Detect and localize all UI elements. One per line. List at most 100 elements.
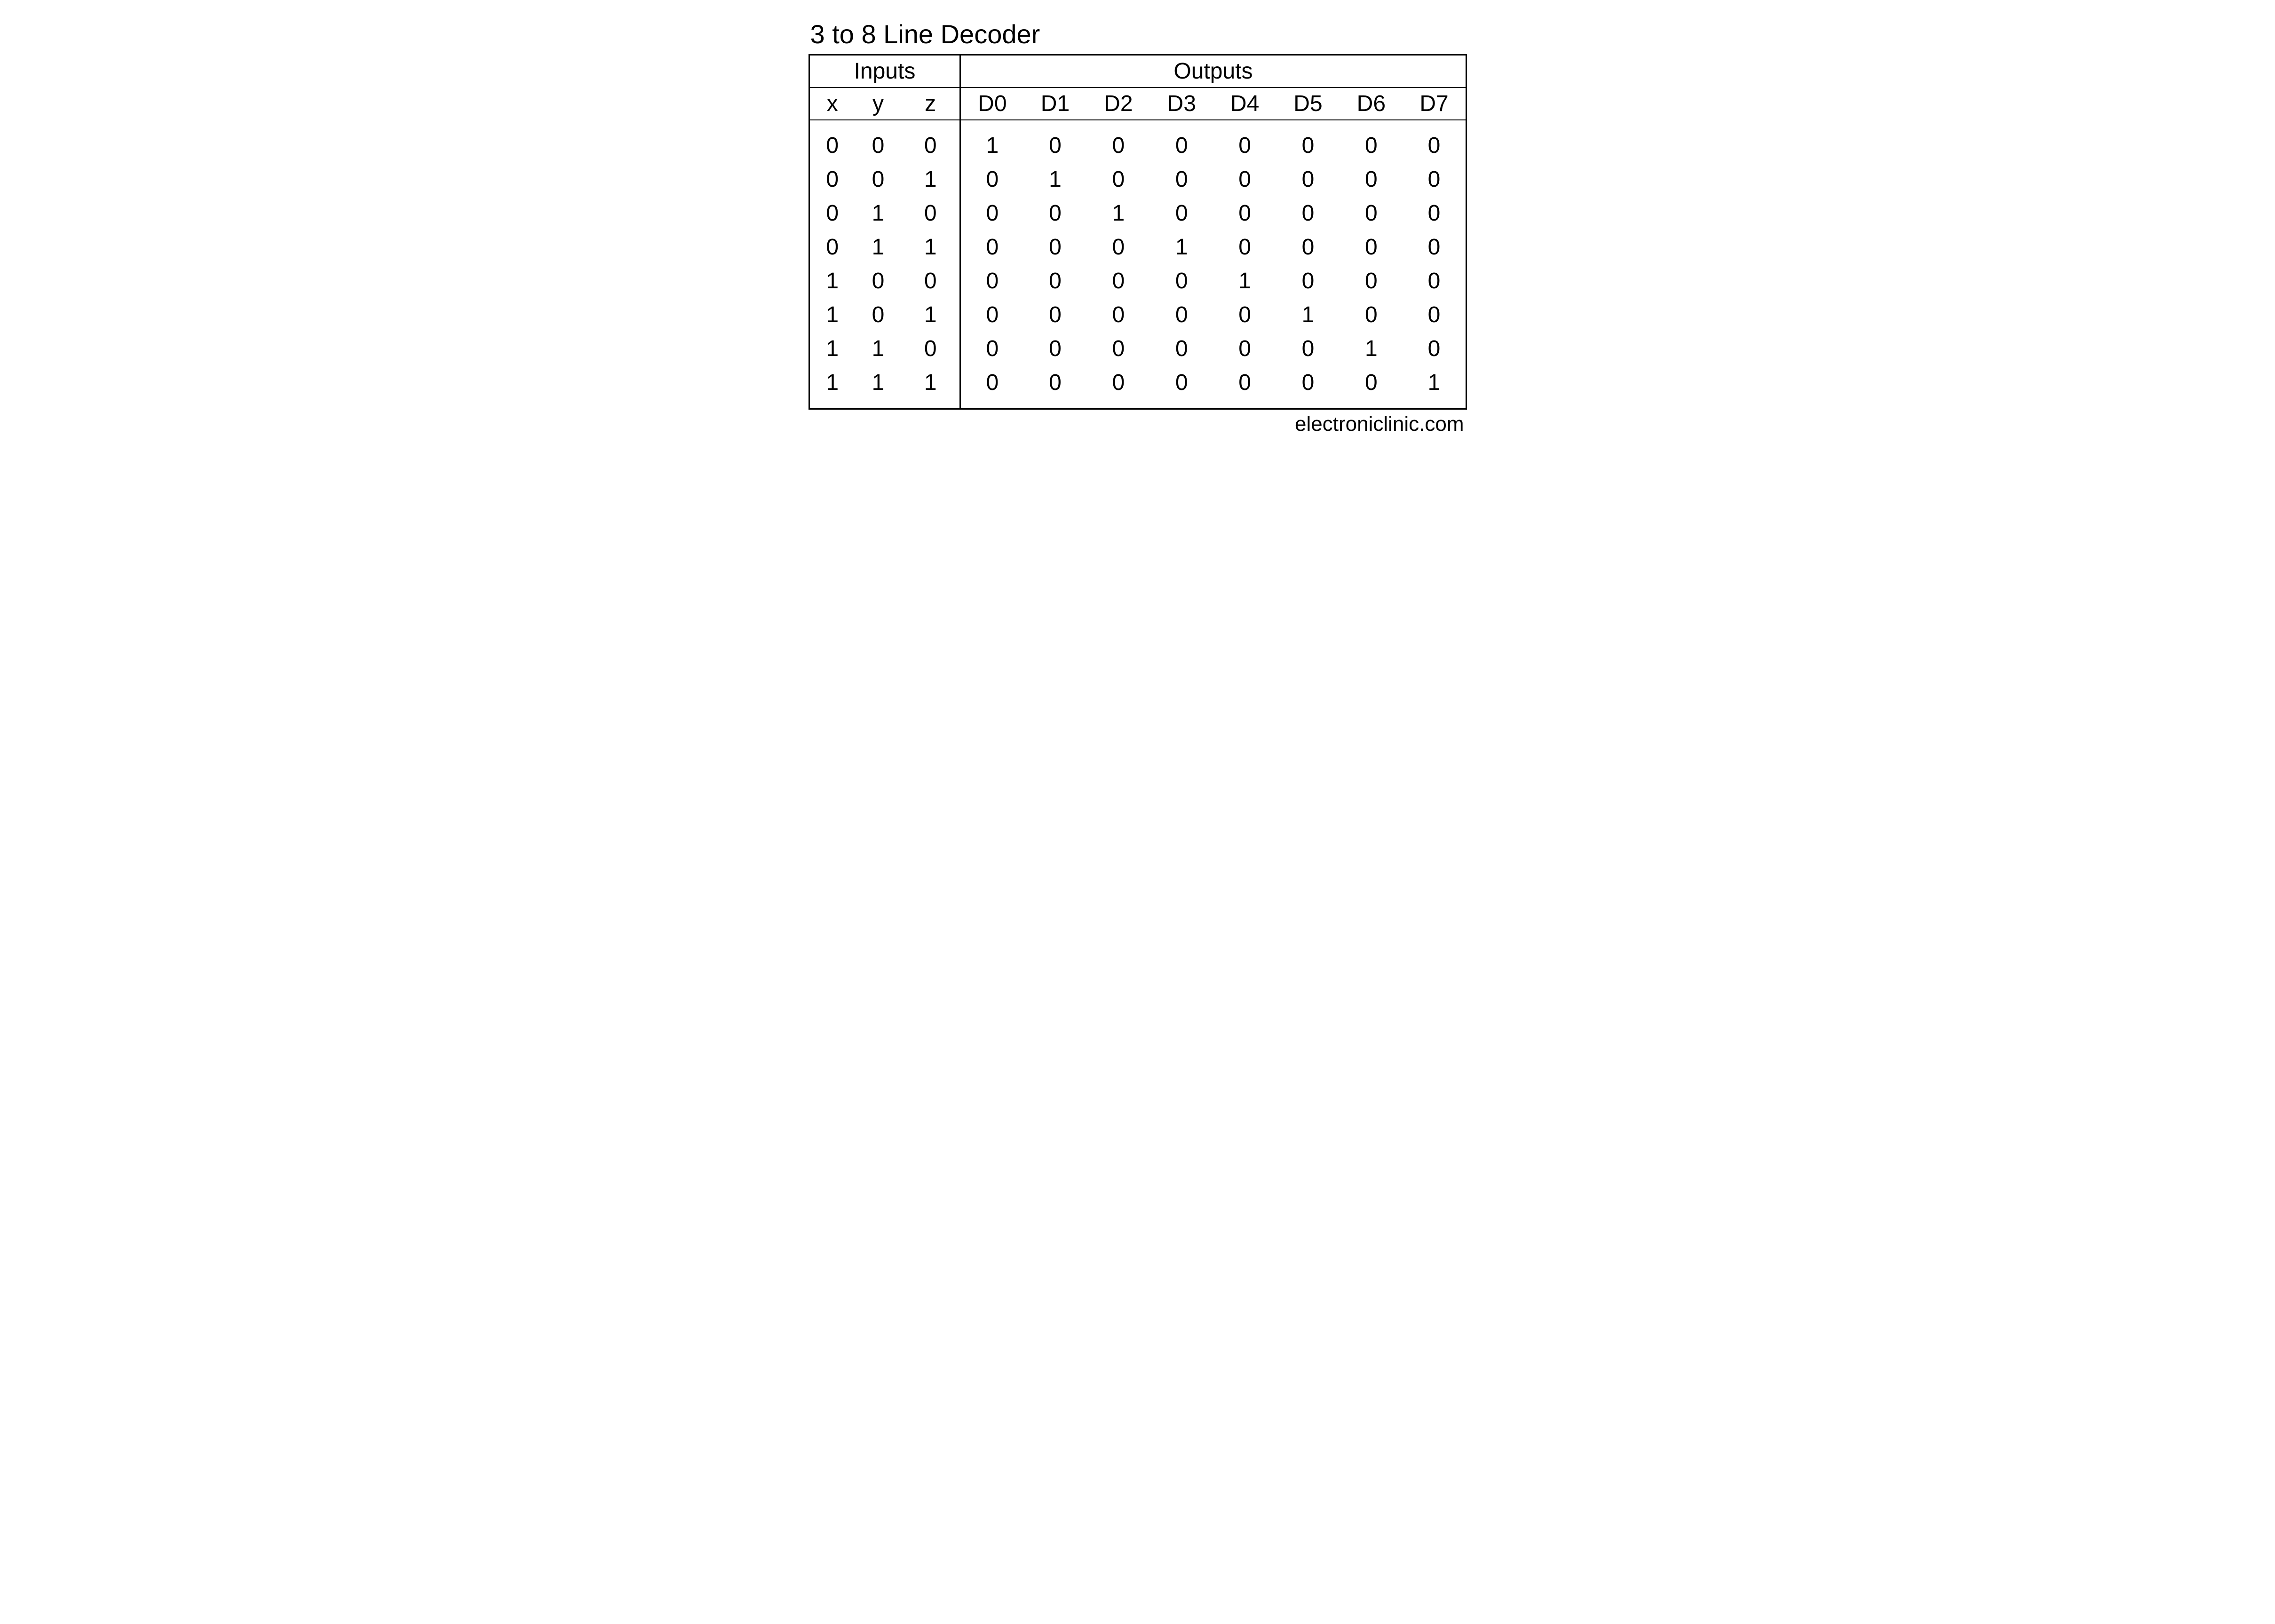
cell: 1 xyxy=(1023,163,1086,197)
cell: 0 xyxy=(1213,298,1276,332)
cell: 0 xyxy=(960,230,1023,264)
cell: 0 xyxy=(1023,264,1086,298)
cell: 0 xyxy=(901,197,960,230)
cell: 0 xyxy=(1087,332,1150,366)
cell: 0 xyxy=(1087,366,1150,409)
page-title: 3 to 8 Line Decoder xyxy=(810,19,1467,49)
cell: 0 xyxy=(1087,120,1150,163)
cell: 1 xyxy=(809,332,855,366)
page: 3 to 8 Line Decoder Inputs Outputs x y z… xyxy=(809,19,1467,436)
cell: 1 xyxy=(855,332,901,366)
cell: 0 xyxy=(1150,298,1213,332)
cell: 0 xyxy=(1276,197,1340,230)
col-d2: D2 xyxy=(1087,87,1150,120)
table-row: 1 1 1 0 0 0 0 0 0 0 1 xyxy=(809,366,1466,409)
cell: 1 xyxy=(960,120,1023,163)
col-d0: D0 xyxy=(960,87,1023,120)
cell: 0 xyxy=(1150,120,1213,163)
cell: 0 xyxy=(960,197,1023,230)
cell: 0 xyxy=(1023,120,1086,163)
inputs-group-header: Inputs xyxy=(809,55,960,88)
cell: 0 xyxy=(1403,197,1466,230)
cell: 0 xyxy=(809,197,855,230)
col-d7: D7 xyxy=(1403,87,1466,120)
cell: 1 xyxy=(809,298,855,332)
cell: 0 xyxy=(1087,230,1150,264)
cell: 0 xyxy=(1087,264,1150,298)
cell: 0 xyxy=(1213,366,1276,409)
cell: 0 xyxy=(1087,298,1150,332)
cell: 0 xyxy=(1340,163,1403,197)
cell: 0 xyxy=(1213,230,1276,264)
cell: 1 xyxy=(1276,298,1340,332)
cell: 0 xyxy=(901,264,960,298)
cell: 0 xyxy=(1340,264,1403,298)
source-credit: electroniclinic.com xyxy=(809,412,1467,436)
cell: 0 xyxy=(1213,332,1276,366)
cell: 0 xyxy=(1276,120,1340,163)
cell: 1 xyxy=(1213,264,1276,298)
cell: 0 xyxy=(855,120,901,163)
cell: 0 xyxy=(1213,197,1276,230)
cell: 0 xyxy=(1403,120,1466,163)
cell: 0 xyxy=(1276,366,1340,409)
cell: 1 xyxy=(855,197,901,230)
cell: 0 xyxy=(1150,332,1213,366)
cell: 1 xyxy=(1403,366,1466,409)
cell: 0 xyxy=(809,230,855,264)
cell: 0 xyxy=(1150,366,1213,409)
table-row: 0 0 1 0 1 0 0 0 0 0 0 xyxy=(809,163,1466,197)
cell: 0 xyxy=(1276,264,1340,298)
cell: 0 xyxy=(901,332,960,366)
cell: 0 xyxy=(1403,332,1466,366)
table-body: 0 0 0 1 0 0 0 0 0 0 0 0 0 1 0 1 0 0 0 xyxy=(809,120,1466,409)
cell: 1 xyxy=(901,163,960,197)
table-group-header-row: Inputs Outputs xyxy=(809,55,1466,88)
cell: 0 xyxy=(855,264,901,298)
cell: 0 xyxy=(855,163,901,197)
cell: 0 xyxy=(1340,230,1403,264)
cell: 1 xyxy=(1340,332,1403,366)
table-row: 0 1 1 0 0 0 1 0 0 0 0 xyxy=(809,230,1466,264)
table-row: 1 1 0 0 0 0 0 0 0 1 0 xyxy=(809,332,1466,366)
cell: 0 xyxy=(1403,264,1466,298)
cell: 1 xyxy=(901,230,960,264)
cell: 0 xyxy=(1276,332,1340,366)
cell: 0 xyxy=(855,298,901,332)
cell: 0 xyxy=(1276,163,1340,197)
table-row: 1 0 1 0 0 0 0 0 1 0 0 xyxy=(809,298,1466,332)
cell: 1 xyxy=(901,366,960,409)
cell: 0 xyxy=(960,366,1023,409)
outputs-group-header: Outputs xyxy=(960,55,1466,88)
cell: 0 xyxy=(1403,163,1466,197)
cell: 1 xyxy=(809,366,855,409)
cell: 0 xyxy=(1150,197,1213,230)
cell: 1 xyxy=(1087,197,1150,230)
cell: 0 xyxy=(1023,197,1086,230)
col-d6: D6 xyxy=(1340,87,1403,120)
cell: 0 xyxy=(960,264,1023,298)
cell: 1 xyxy=(855,366,901,409)
cell: 0 xyxy=(809,120,855,163)
col-d5: D5 xyxy=(1276,87,1340,120)
cell: 1 xyxy=(809,264,855,298)
table-row: 1 0 0 0 0 0 0 1 0 0 0 xyxy=(809,264,1466,298)
col-z: z xyxy=(901,87,960,120)
cell: 0 xyxy=(809,163,855,197)
cell: 0 xyxy=(1213,120,1276,163)
cell: 0 xyxy=(1023,366,1086,409)
cell: 1 xyxy=(1150,230,1213,264)
cell: 0 xyxy=(1340,298,1403,332)
cell: 0 xyxy=(960,298,1023,332)
table-row: 0 0 0 1 0 0 0 0 0 0 0 xyxy=(809,120,1466,163)
cell: 0 xyxy=(1150,163,1213,197)
truth-table: Inputs Outputs x y z D0 D1 D2 D3 D4 D5 D… xyxy=(809,54,1467,410)
cell: 0 xyxy=(1403,298,1466,332)
cell: 0 xyxy=(1023,230,1086,264)
cell: 0 xyxy=(1213,163,1276,197)
col-y: y xyxy=(855,87,901,120)
cell: 0 xyxy=(1023,298,1086,332)
cell: 0 xyxy=(901,120,960,163)
cell: 1 xyxy=(901,298,960,332)
cell: 0 xyxy=(960,332,1023,366)
